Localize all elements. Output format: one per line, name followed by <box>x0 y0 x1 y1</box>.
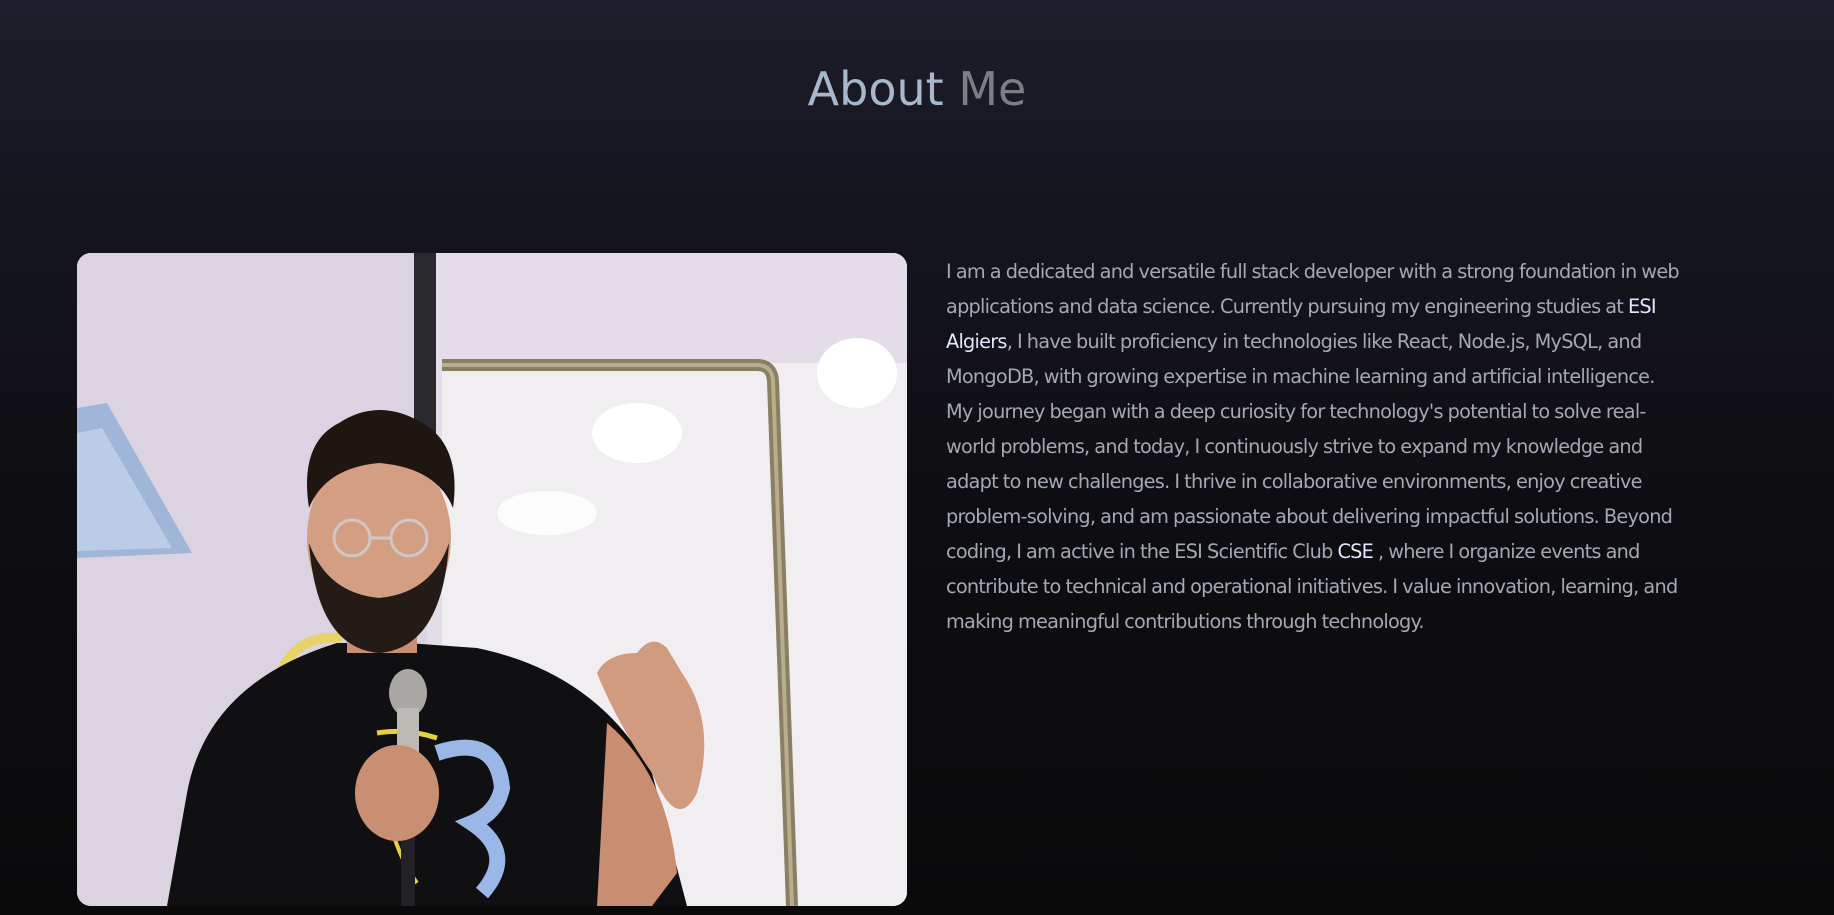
section-title: About Me <box>0 62 1834 116</box>
profile-photo-illustration <box>77 253 907 906</box>
about-bio: I am a dedicated and versatile full stac… <box>946 254 1681 639</box>
bio-text-1: I am a dedicated and versatile full stac… <box>946 260 1680 318</box>
title-about: About <box>807 62 944 116</box>
profile-photo <box>77 253 907 906</box>
title-me: Me <box>958 62 1027 116</box>
cse-club-link[interactable]: CSE <box>1337 540 1373 563</box>
bio-text-2: , I have built proficiency in technologi… <box>946 330 1673 563</box>
